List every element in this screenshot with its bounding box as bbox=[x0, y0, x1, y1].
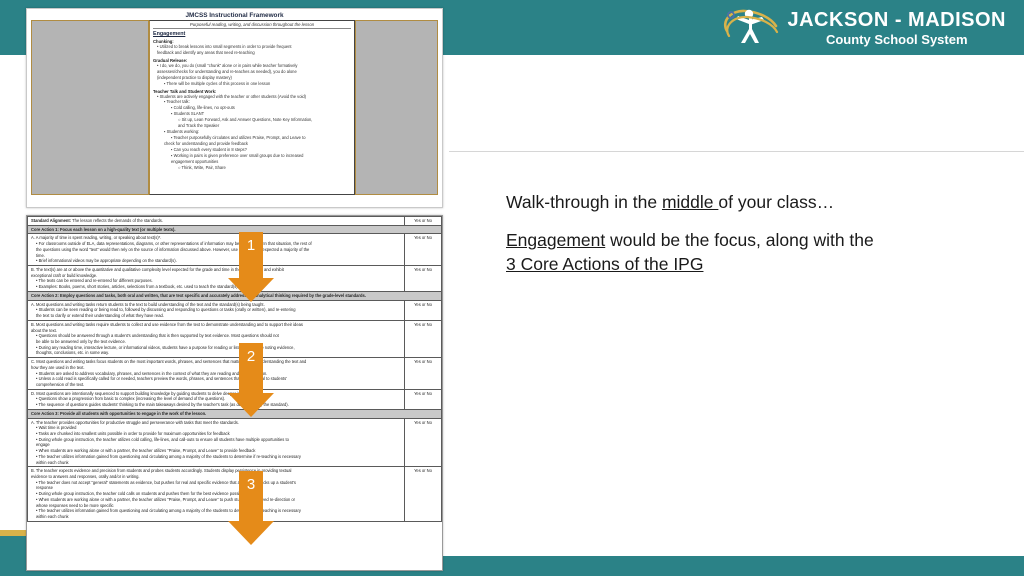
ipg-yes-no-cell: Yes or No bbox=[404, 357, 442, 390]
ipg-indicator-text: A. The teacher provides opportunities fo… bbox=[27, 417, 405, 468]
ipg-indicator-text: B. The teacher expects evidence and prec… bbox=[27, 466, 405, 522]
callout-arrow-3: 3 bbox=[228, 471, 274, 545]
walkthrough-post: of your class… bbox=[718, 192, 835, 212]
ipg-indicator-text: B. The text(s) are at or above the quant… bbox=[27, 265, 405, 292]
ipg-indicator-line: • Brief informational videos may be appr… bbox=[36, 258, 177, 264]
callout-arrow-1: 1 bbox=[228, 232, 274, 302]
framework-center-column: Purposeful reading, writing, and discuss… bbox=[149, 20, 355, 195]
ipg-indicator-row: A. Most questions and writing tasks retu… bbox=[27, 299, 442, 321]
focus-statement: Engagement would be the focus, along wit… bbox=[506, 228, 936, 276]
ipg-indicator-text: Standard Alignment: The lesson reflects … bbox=[27, 216, 405, 226]
ipg-yes-no-cell: Yes or No bbox=[404, 466, 442, 522]
ipg-yes-no-cell: Yes or No bbox=[404, 216, 442, 226]
framework-right-column-blank bbox=[355, 20, 438, 195]
focus-core-actions-emphasis: 3 Core Actions of the IPG bbox=[506, 254, 704, 275]
arrow-shaft: 2 bbox=[239, 343, 263, 393]
focus-engagement-emphasis: Engagement bbox=[506, 230, 606, 250]
arrow-head bbox=[228, 521, 274, 545]
ipg-indicator-text: A. A majority of time is spent reading, … bbox=[27, 233, 405, 267]
running-figure-logo-icon bbox=[719, 5, 781, 51]
ipg-indicator-line: Standard Alignment: The lesson reflects … bbox=[31, 218, 163, 223]
ipg-indicator-line: within each chunk bbox=[36, 459, 69, 465]
ipg-indicator-line: • The sequence of questions guides stude… bbox=[36, 402, 289, 408]
ipg-indicator-bold-lead: Standard Alignment: bbox=[31, 218, 72, 223]
ipg-yes-no-cell: Yes or No bbox=[404, 265, 442, 292]
framework-body: Purposeful reading, writing, and discuss… bbox=[27, 20, 442, 198]
ipg-indicator-text: A. Most questions and writing tasks retu… bbox=[27, 299, 405, 321]
arrow-shaft: 3 bbox=[239, 471, 263, 521]
arrow-head bbox=[228, 278, 274, 302]
walkthrough-pre: Walk-through in the bbox=[506, 192, 662, 212]
framework-section-heading: Engagement bbox=[153, 31, 186, 37]
ipg-indicator-line: comprehension of the text. bbox=[36, 381, 85, 387]
ipg-indicator-line: thoughts, conclusions, etc. in some way. bbox=[36, 350, 109, 356]
framework-bullet: feedback and identify any areas that nee… bbox=[157, 49, 255, 55]
jmcss-logo: JACKSON - MADISON County School System bbox=[719, 4, 1006, 52]
ipg-yes-no-cell: Yes or No bbox=[404, 417, 442, 468]
arrow-number: 3 bbox=[246, 476, 256, 493]
arrow-shaft: 1 bbox=[239, 232, 263, 278]
arrow-head bbox=[228, 393, 274, 417]
ipg-indicator-text: C. Most questions and writing tasks focu… bbox=[27, 357, 405, 390]
ipg-indicator-row: A. The teacher provides opportunities fo… bbox=[27, 417, 442, 468]
focus-statement-rest: would be the focus, along with the bbox=[605, 230, 874, 250]
ipg-indicator-line: the text to clarify or extend their unde… bbox=[36, 313, 164, 319]
framework-title: JMCSS Instructional Framework bbox=[185, 12, 284, 19]
framework-content-blocks: Chunking: • Utilized to break lessons int… bbox=[153, 39, 351, 171]
arrow-number: 1 bbox=[246, 237, 256, 254]
framework-left-column-blank bbox=[31, 20, 149, 195]
ipg-yes-no-cell: Yes or No bbox=[404, 319, 442, 359]
callout-arrow-2: 2 bbox=[228, 343, 274, 417]
walkthrough-emphasis: middle bbox=[661, 192, 719, 212]
logo-title: JACKSON - MADISON bbox=[787, 9, 1006, 31]
ipg-yes-no-cell: Yes or No bbox=[404, 299, 442, 321]
framework-bullet: ○ Think, Write, Pair, Share bbox=[178, 164, 226, 170]
instructional-framework-document: JMCSS Instructional Framework Purposeful… bbox=[26, 8, 443, 208]
ipg-indicator-text: D. Most questions are intentionally sequ… bbox=[27, 388, 405, 410]
ipg-indicator-row: Standard Alignment: The lesson reflects … bbox=[27, 216, 442, 226]
walkthrough-statement: Walk-through in the middle of your class… bbox=[506, 190, 976, 214]
ipg-indicator-text: B. Most questions and writing tasks requ… bbox=[27, 319, 405, 359]
ipg-indicator-line: • Examples: Books, poems, short stories,… bbox=[36, 284, 239, 290]
logo-subtitle: County School System bbox=[825, 32, 968, 47]
content-divider bbox=[449, 151, 1024, 152]
framework-bullet: ▪ There will be multiple cycles of this … bbox=[164, 80, 271, 86]
framework-subtitle: Purposeful reading, writing, and discuss… bbox=[153, 22, 351, 29]
ipg-yes-no-cell: Yes or No bbox=[404, 233, 442, 267]
arrow-number: 2 bbox=[246, 348, 256, 365]
ipg-yes-no-cell: Yes or No bbox=[404, 388, 442, 410]
logo-wordmark: JACKSON - MADISON County School System bbox=[787, 10, 1006, 46]
ipg-indicator-line: within each chunk bbox=[36, 514, 69, 520]
